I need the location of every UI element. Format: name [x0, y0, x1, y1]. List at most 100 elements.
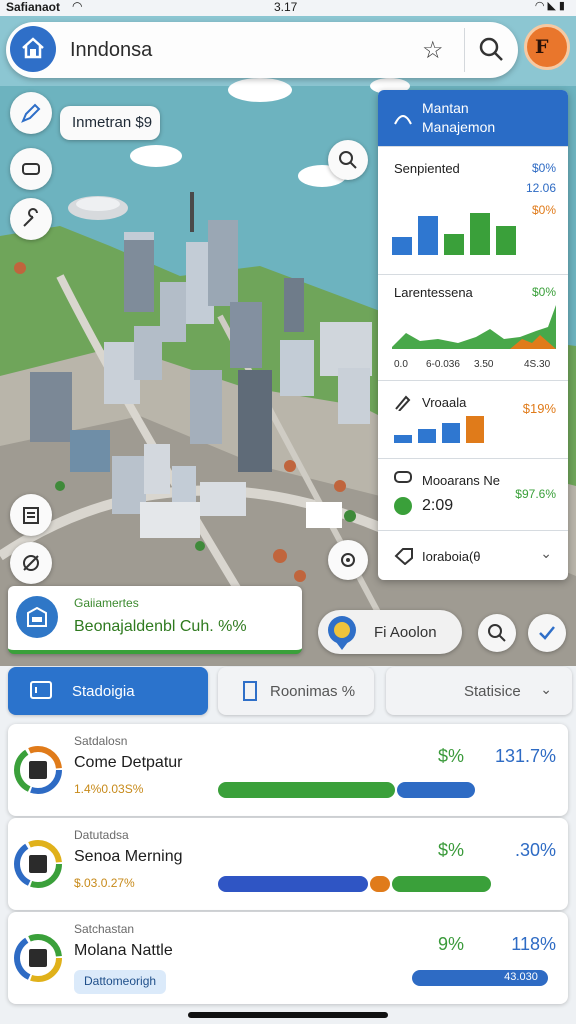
summary-card[interactable]: Gaiiamertes Beonajaldenbl Cuh. %%: [8, 586, 302, 654]
status-dot-icon: [394, 497, 412, 515]
search-icon: [339, 151, 357, 169]
location-button[interactable]: [10, 542, 52, 584]
section-title: Larentessena: [394, 285, 473, 300]
progress-segment: [218, 782, 395, 798]
chevron-down-icon: ⌄: [540, 681, 552, 697]
panel-section-progress[interactable]: Vroaala $19%: [378, 380, 568, 458]
item-sub: $.03.0.27%: [74, 876, 135, 890]
item-category: Satdalosn: [74, 734, 128, 748]
tag-icon: [394, 548, 413, 565]
search-bar[interactable]: Inndonsa ☆: [6, 22, 518, 78]
list-item[interactable]: Satchastan Molana Nattle Dattomeorigh 9% 118…: [8, 912, 568, 1004]
analytics-panel: Mantan Manajemon Senpiented $0% 12.06 $0…: [378, 90, 568, 580]
item-name: Molana Nattle: [74, 942, 173, 959]
chart-bar: [392, 237, 412, 255]
tab-statistics-dropdown[interactable]: Statisice ⌄: [386, 667, 572, 715]
panel-title: Mantan: [422, 100, 469, 116]
clock: 3.17: [274, 0, 298, 14]
profile-avatar[interactable]: F: [524, 24, 570, 70]
axis-tick: 0.0: [394, 359, 408, 370]
item-name: Senoa Merning: [74, 848, 183, 865]
building-icon: [23, 507, 39, 524]
project-ring-icon: [14, 840, 62, 888]
pen-icon: [395, 395, 411, 411]
chart-bar: [466, 416, 484, 443]
price-pill[interactable]: Inmetran $9: [60, 106, 160, 140]
search-icon: [488, 624, 506, 642]
route-icon: [394, 115, 412, 125]
panel-section-area[interactable]: Larentessena $0% 0.0 6-0.036 3.50 4S.30: [378, 274, 568, 380]
profile-initials: F: [535, 36, 549, 58]
search-divider: [464, 28, 465, 72]
search-icon[interactable]: [478, 36, 504, 62]
list-item[interactable]: Datutadsa Senoa Merning $.03.0.27% $% .30% $6…: [8, 818, 568, 910]
chart-bar: [418, 429, 436, 443]
progress-segment: [370, 876, 390, 892]
section-value: $0%: [531, 285, 556, 299]
progress-bars: [394, 416, 484, 443]
action-pill[interactable]: Fi Aoolon: [318, 610, 462, 654]
store-icon: [27, 607, 47, 627]
project-ring-icon: [14, 746, 62, 794]
summary-icon: [16, 596, 58, 638]
item-percent-total: 131.7%: [494, 746, 556, 766]
item-percent: 9%: [438, 934, 465, 954]
home-indicator[interactable]: [188, 1012, 388, 1018]
recenter-button[interactable]: [328, 540, 368, 580]
checkmark-icon: [539, 626, 555, 640]
axis-tick: 6-0.036: [426, 359, 460, 370]
item-percent-total: .30%: [514, 840, 556, 860]
chart-bar: [444, 234, 464, 255]
building-button[interactable]: [10, 494, 52, 536]
layers-icon: [22, 163, 40, 175]
list-item[interactable]: Satdalosn Come Detpatur 1.4%0.03S% $% 131.7%…: [8, 724, 568, 816]
carrier-label: Safianaot: [6, 0, 61, 14]
wrench-icon: [23, 208, 38, 227]
system-icons: ◠◣▮: [534, 0, 568, 12]
bar-chart: [392, 213, 516, 255]
map-search-button[interactable]: [328, 140, 368, 180]
section-title: Vroaala: [422, 395, 467, 410]
chip-label: Dattomeorigh: [84, 974, 157, 988]
chart-bar: [394, 435, 412, 443]
check-button[interactable]: [528, 614, 566, 652]
status-bar: Safianaot ◠ 3.17 ◠◣▮: [0, 0, 576, 16]
summary-value: Beonajaldenbl Cuh. %%: [74, 618, 247, 635]
search-input[interactable]: Inndonsa: [70, 39, 152, 62]
favorite-star-icon[interactable]: ☆: [422, 36, 444, 65]
zoom-button[interactable]: [478, 614, 516, 652]
item-percent-total: 118%: [511, 934, 556, 954]
home-icon: [22, 37, 44, 59]
layers-button[interactable]: [10, 148, 52, 190]
panel-section-more[interactable]: Ioraboia(θ ⌄: [378, 530, 568, 580]
chart-bar: [470, 213, 490, 255]
panel-header: Mantan Manajemon: [378, 90, 568, 146]
location-off-icon: [23, 555, 39, 571]
tab-rooms[interactable]: Roonimas %: [218, 667, 374, 715]
chevron-down-icon[interactable]: ⌄: [540, 545, 552, 562]
tab-label: Statisice: [464, 683, 521, 700]
bar-value: 28.036: [504, 783, 538, 795]
section-title: Senpiented: [394, 161, 460, 176]
panel-section-bars[interactable]: Senpiented $0% 12.06 $0%: [378, 146, 568, 274]
axis-tick: 4S.30: [524, 359, 551, 370]
summary-label: Gaiiamertes: [74, 596, 139, 610]
section-value: $19%: [522, 401, 556, 416]
section-title: Ioraboia(θ: [422, 549, 481, 564]
progress-segment: [397, 782, 475, 798]
progress-segment: [218, 876, 368, 892]
wifi-icon: ◠: [72, 0, 83, 13]
item-chip[interactable]: Dattomeorigh: [74, 970, 167, 994]
tab-label: Roonimas %: [270, 683, 356, 700]
chart-bar: [442, 423, 460, 443]
home-button[interactable]: [10, 26, 56, 72]
section-value: 2:09: [422, 497, 454, 514]
tab-label: Stadoigia: [72, 683, 135, 700]
door-icon: [243, 681, 257, 701]
section-value: 12.06: [525, 181, 556, 195]
panel-section-time[interactable]: Mooarans Ne 2:09 $97.6%: [378, 458, 568, 530]
tab-statistics[interactable]: Stadoigia: [8, 667, 208, 715]
progress-segment: [392, 876, 491, 892]
tools-button[interactable]: [10, 198, 52, 240]
draw-tool-button[interactable]: [10, 92, 52, 134]
